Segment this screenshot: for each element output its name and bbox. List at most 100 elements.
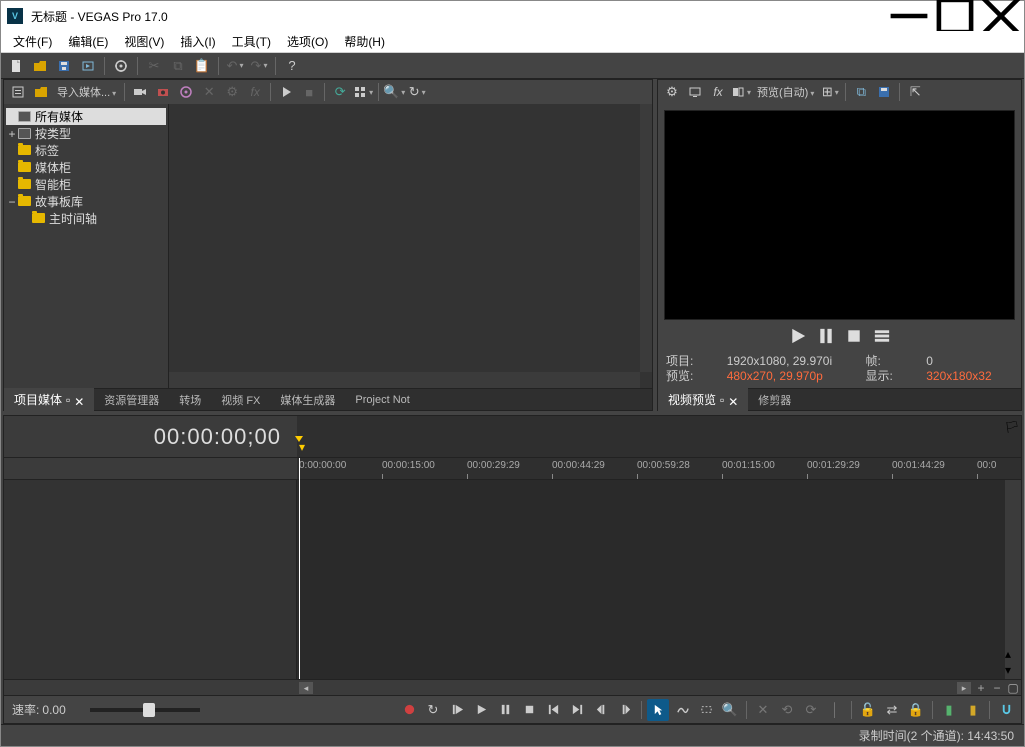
- snap-icon[interactable]: [995, 699, 1017, 721]
- tab-transitions[interactable]: 转场: [169, 389, 211, 411]
- rate-slider[interactable]: [90, 708, 200, 712]
- redo-icon[interactable]: ↷: [248, 55, 270, 77]
- trim-end-icon[interactable]: ⟳: [800, 699, 822, 721]
- play-button[interactable]: [470, 699, 492, 721]
- timecode-display[interactable]: 00:00:00;00: [4, 416, 297, 457]
- tab-video-preview[interactable]: 视频预览▫✕: [658, 388, 748, 411]
- scroll-down-button[interactable]: ▾: [1005, 663, 1021, 679]
- tab-video-fx[interactable]: 视频 FX: [211, 389, 270, 411]
- sort-icon[interactable]: ↻: [406, 81, 428, 103]
- scrollbar-v[interactable]: [640, 104, 652, 372]
- prev-frame-button[interactable]: [590, 699, 612, 721]
- tab-project-media[interactable]: 项目媒体▫✕: [4, 388, 94, 411]
- next-frame-button[interactable]: [614, 699, 636, 721]
- normal-edit-tool-icon[interactable]: [647, 699, 669, 721]
- track-header-area[interactable]: [4, 480, 297, 679]
- preview-ext-monitor-icon[interactable]: [684, 81, 706, 103]
- render-icon[interactable]: [77, 55, 99, 77]
- import-media-button[interactable]: 导入媒体...: [53, 84, 120, 100]
- scroll-left-button[interactable]: ◂: [299, 682, 313, 694]
- maximize-button[interactable]: [932, 1, 978, 31]
- zoom-tool-icon[interactable]: 🔍: [719, 699, 741, 721]
- preview-stop-button[interactable]: [844, 326, 864, 346]
- undo-icon[interactable]: ↶: [224, 55, 246, 77]
- close-button[interactable]: [978, 1, 1024, 31]
- scrollbar-h[interactable]: [169, 372, 640, 388]
- tree-by-type[interactable]: +按类型: [6, 125, 166, 142]
- cut-tl-icon[interactable]: ✕: [752, 699, 774, 721]
- tree-smart-cab[interactable]: 智能柜: [6, 176, 166, 193]
- preview-props-icon[interactable]: ⚙: [661, 81, 683, 103]
- timeline-cursor[interactable]: [299, 458, 300, 679]
- preview-scale-icon[interactable]: ⇱: [904, 81, 926, 103]
- tree-main-timeline[interactable]: 主时间轴: [6, 210, 166, 227]
- media-settings-icon[interactable]: ⚙: [221, 81, 243, 103]
- media-fx-icon[interactable]: fx: [244, 81, 266, 103]
- remove-media-icon[interactable]: ✕: [198, 81, 220, 103]
- play-from-start-button[interactable]: [446, 699, 468, 721]
- menu-help[interactable]: 帮助(H): [336, 31, 393, 52]
- paste-icon[interactable]: 📋: [191, 55, 213, 77]
- marker-flag-icon[interactable]: 🏳: [1003, 416, 1021, 457]
- media-properties-icon[interactable]: [7, 81, 29, 103]
- tree-all-media[interactable]: 所有媒体: [6, 108, 166, 125]
- extract-audio-icon[interactable]: [175, 81, 197, 103]
- scroll-up-button[interactable]: ▴: [1005, 647, 1021, 663]
- preview-menu-button[interactable]: [872, 326, 892, 346]
- copy-icon[interactable]: ⧉: [167, 55, 189, 77]
- media-list-view[interactable]: [169, 104, 652, 388]
- stop-button[interactable]: [518, 699, 540, 721]
- region-icon[interactable]: ▮: [962, 699, 984, 721]
- search-icon[interactable]: 🔍: [383, 81, 405, 103]
- media-folder-icon[interactable]: [30, 81, 52, 103]
- preview-play-button[interactable]: [788, 326, 808, 346]
- open-file-icon[interactable]: [29, 55, 51, 77]
- go-start-button[interactable]: [542, 699, 564, 721]
- preview-play-icon[interactable]: [275, 81, 297, 103]
- zoom-fit-button[interactable]: ▢: [1005, 680, 1021, 695]
- properties-icon[interactable]: [110, 55, 132, 77]
- view-mode-icon[interactable]: [352, 81, 374, 103]
- menu-view[interactable]: 视图(V): [116, 31, 172, 52]
- minimize-button[interactable]: [886, 1, 932, 31]
- pause-button[interactable]: [494, 699, 516, 721]
- preview-quality-dropdown[interactable]: 预览(自动): [753, 84, 818, 100]
- trim-start-icon[interactable]: ⟲: [776, 699, 798, 721]
- timeline-scrollbar[interactable]: ◂ ▸: [297, 680, 973, 695]
- record-button[interactable]: [398, 699, 420, 721]
- menu-tools[interactable]: 工具(T): [224, 31, 279, 52]
- tab-explorer[interactable]: 资源管理器: [94, 389, 169, 411]
- timeline-track-area[interactable]: [297, 480, 1005, 679]
- preview-overlays-icon[interactable]: ⊞: [819, 81, 841, 103]
- cut-icon[interactable]: ✂: [143, 55, 165, 77]
- go-end-button[interactable]: [566, 699, 588, 721]
- envelope-tool-icon[interactable]: [671, 699, 693, 721]
- tree-storyboard[interactable]: −故事板库: [6, 193, 166, 210]
- preview-split-icon[interactable]: [730, 81, 752, 103]
- zoom-out-button[interactable]: −: [989, 680, 1005, 695]
- save-icon[interactable]: [53, 55, 75, 77]
- refresh-icon[interactable]: ⟳: [329, 81, 351, 103]
- preview-fx-icon[interactable]: fx: [707, 81, 729, 103]
- menu-edit[interactable]: 编辑(E): [60, 31, 116, 52]
- menu-options[interactable]: 选项(O): [279, 31, 336, 52]
- menu-insert[interactable]: 插入(I): [172, 31, 223, 52]
- preview-pause-button[interactable]: [816, 326, 836, 346]
- video-preview-display[interactable]: [664, 110, 1015, 320]
- unlock-icon[interactable]: 🔓: [857, 699, 879, 721]
- tab-trimmer[interactable]: 修剪器: [748, 389, 801, 411]
- scroll-right-button[interactable]: ▸: [957, 682, 971, 694]
- split-icon[interactable]: │: [824, 699, 846, 721]
- capture-video-icon[interactable]: [129, 81, 151, 103]
- tab-project-notes[interactable]: Project Not: [345, 391, 419, 409]
- lock-icon[interactable]: 🔒: [905, 699, 927, 721]
- preview-stop-icon[interactable]: ■: [298, 81, 320, 103]
- preview-save-snapshot-icon[interactable]: [873, 81, 895, 103]
- selection-tool-icon[interactable]: [695, 699, 717, 721]
- new-file-icon[interactable]: [5, 55, 27, 77]
- get-photo-icon[interactable]: [152, 81, 174, 103]
- auto-ripple-icon[interactable]: ⇄: [881, 699, 903, 721]
- loop-button[interactable]: ↻: [422, 699, 444, 721]
- media-tree[interactable]: 所有媒体 +按类型 标签 媒体柜 智能柜 −故事板库 主时间轴: [4, 104, 169, 388]
- timeline-ruler[interactable]: 0:00:00:00 00:00:15:00 00:00:29:29 00:00…: [297, 458, 1021, 479]
